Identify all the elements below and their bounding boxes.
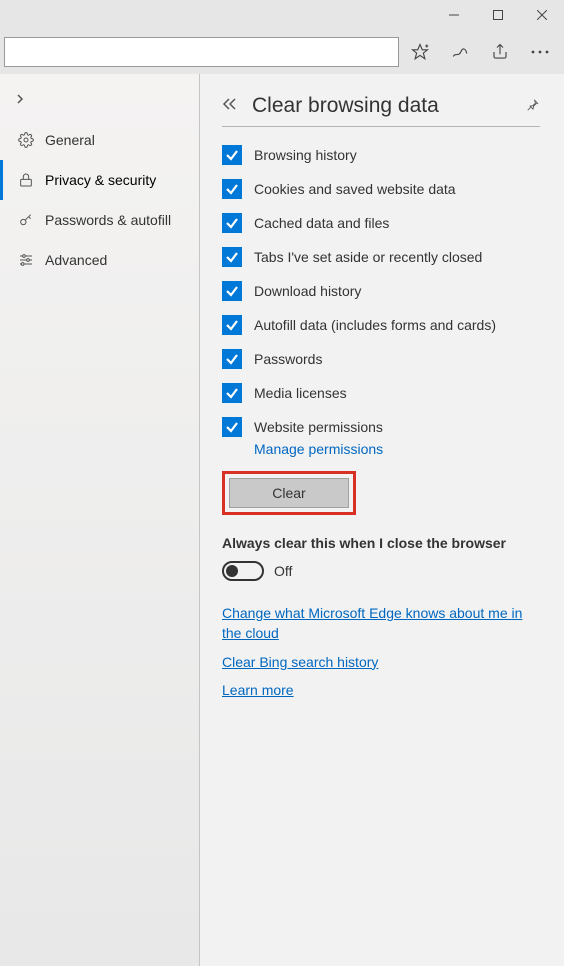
checkbox-icon [222,179,242,199]
browser-toolbar [0,30,564,74]
clear-button-highlight: Clear [222,471,356,515]
checkbox-icon [222,417,242,437]
check-label: Tabs I've set aside or recently closed [254,249,482,265]
check-label: Cookies and saved website data [254,181,456,197]
sidebar-item-label: General [45,132,95,148]
sidebar-item-advanced[interactable]: Advanced [0,240,199,280]
check-cached[interactable]: Cached data and files [222,213,540,233]
toggle-knob [226,565,238,577]
panel-title: Clear browsing data [252,94,526,118]
checkbox-icon [222,315,242,335]
lock-icon [17,171,35,189]
link-learn-more[interactable]: Learn more [222,680,540,700]
checkbox-icon [222,247,242,267]
more-icon[interactable] [520,32,560,72]
gear-icon [17,131,35,149]
manage-permissions-link[interactable]: Manage permissions [254,441,540,457]
checkbox-icon [222,349,242,369]
close-button[interactable] [520,0,564,30]
minimize-button[interactable] [432,0,476,30]
key-icon [17,211,35,229]
maximize-button[interactable] [476,0,520,30]
sidebar-item-label: Advanced [45,252,107,268]
check-downloads[interactable]: Download history [222,281,540,301]
panel-back-icon[interactable] [222,97,238,116]
pin-icon[interactable] [526,98,540,115]
check-tabs-aside[interactable]: Tabs I've set aside or recently closed [222,247,540,267]
share-icon[interactable] [480,32,520,72]
check-label: Passwords [254,351,322,367]
sidebar-item-privacy[interactable]: Privacy & security [0,160,199,200]
sidebar-item-label: Passwords & autofill [45,212,171,228]
check-cookies[interactable]: Cookies and saved website data [222,179,540,199]
clear-button[interactable]: Clear [229,478,349,508]
link-bing-history[interactable]: Clear Bing search history [222,652,540,672]
sidebar-back-icon[interactable] [0,88,199,120]
check-autofill[interactable]: Autofill data (includes forms and cards) [222,315,540,335]
check-media-licenses[interactable]: Media licenses [222,383,540,403]
checkbox-icon [222,383,242,403]
sidebar-item-general[interactable]: General [0,120,199,160]
check-browsing-history[interactable]: Browsing history [222,145,540,165]
check-label: Cached data and files [254,215,389,231]
window-titlebar [0,0,564,30]
checkbox-icon [222,213,242,233]
check-label: Download history [254,283,361,299]
settings-sidebar: General Privacy & security Passwords & a… [0,74,200,966]
link-edge-cloud[interactable]: Change what Microsoft Edge knows about m… [222,603,540,644]
sidebar-item-label: Privacy & security [45,172,156,188]
check-label: Media licenses [254,385,347,401]
reading-list-icon[interactable] [440,32,480,72]
sidebar-item-passwords[interactable]: Passwords & autofill [0,200,199,240]
check-passwords[interactable]: Passwords [222,349,540,369]
favorites-icon[interactable] [400,32,440,72]
toggle-state-label: Off [274,563,292,579]
checkbox-icon [222,281,242,301]
always-clear-toggle[interactable] [222,561,264,581]
address-bar[interactable] [4,37,399,67]
check-label: Browsing history [254,147,357,163]
sliders-icon [17,251,35,269]
check-label: Autofill data (includes forms and cards) [254,317,496,333]
check-label: Website permissions [254,419,383,435]
always-clear-heading: Always clear this when I close the brows… [222,535,540,551]
checkbox-icon [222,145,242,165]
main-panel: Clear browsing data Browsing history Coo… [200,74,564,966]
check-website-permissions[interactable]: Website permissions [222,417,540,437]
